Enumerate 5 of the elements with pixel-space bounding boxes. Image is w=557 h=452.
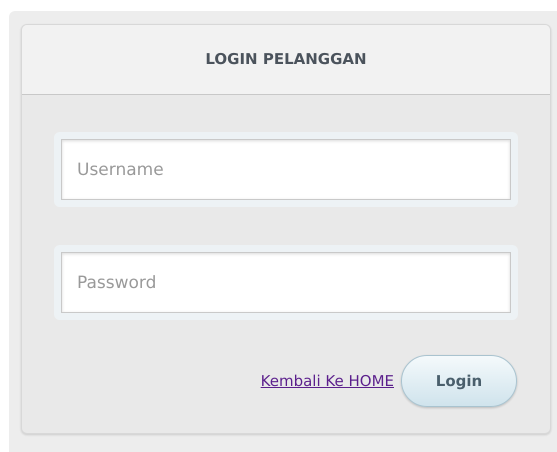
login-button[interactable]: Login bbox=[401, 355, 517, 407]
input-field[interactable]: Username bbox=[61, 139, 511, 200]
card-title: LOGIN PELANGGAN bbox=[205, 49, 367, 70]
home-link[interactable]: Kembali Ke HOME bbox=[260, 370, 394, 392]
input-field[interactable]: Password bbox=[61, 252, 511, 313]
